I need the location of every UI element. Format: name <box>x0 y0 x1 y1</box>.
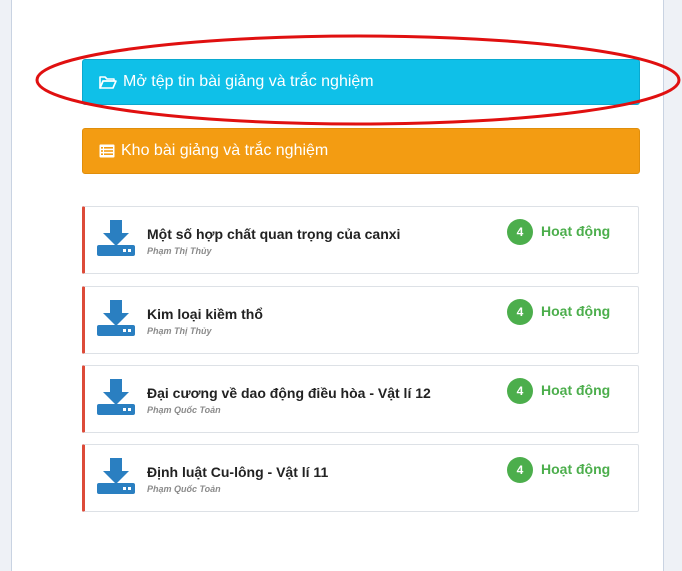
lesson-author: Phạm Thị Thủy <box>147 326 212 336</box>
lesson-status: Hoạt động <box>541 382 611 398</box>
open-lesson-file-button[interactable]: Mở tệp tin bài giảng và trắc nghiệm <box>82 59 640 105</box>
lesson-title: Một số hợp chất quan trọng của canxi <box>147 226 401 242</box>
folder-open-icon <box>99 75 117 90</box>
list-icon <box>99 144 115 158</box>
lesson-status: Hoạt động <box>541 303 611 319</box>
lesson-card[interactable]: Định luật Cu-lông - Vật lí 11 Phạm Quốc … <box>82 444 639 512</box>
page-left-edge <box>0 0 12 571</box>
lesson-status: Hoạt động <box>541 223 611 239</box>
lesson-count-badge: 4 <box>507 219 533 245</box>
lesson-store-label: Kho bài giảng và trắc nghiệm <box>121 142 329 159</box>
lesson-status: Hoạt động <box>541 461 611 477</box>
lesson-title: Đại cương về dao động điều hòa - Vật lí … <box>147 385 431 401</box>
lesson-card[interactable]: Một số hợp chất quan trọng của canxi Phạ… <box>82 206 639 274</box>
lesson-count-badge: 4 <box>507 378 533 404</box>
download-icon <box>97 300 135 336</box>
download-icon <box>97 458 135 494</box>
lesson-author: Phạm Quốc Toản <box>147 484 221 494</box>
download-icon <box>97 220 135 256</box>
download-icon <box>97 379 135 415</box>
lesson-store-button[interactable]: Kho bài giảng và trắc nghiệm <box>82 128 640 174</box>
lesson-count-badge: 4 <box>507 299 533 325</box>
lesson-title: Định luật Cu-lông - Vật lí 11 <box>147 464 329 480</box>
lesson-card[interactable]: Kim loại kiềm thổ Phạm Thị Thủy 4 Hoạt đ… <box>82 286 639 354</box>
lesson-author: Phạm Thị Thủy <box>147 246 212 256</box>
page-right-edge <box>663 0 682 571</box>
lesson-count-badge: 4 <box>507 457 533 483</box>
lesson-title: Kim loại kiềm thổ <box>147 306 263 322</box>
open-lesson-file-label: Mở tệp tin bài giảng và trắc nghiệm <box>123 73 374 90</box>
lesson-author: Phạm Quốc Toản <box>147 405 221 415</box>
lesson-card[interactable]: Đại cương về dao động điều hòa - Vật lí … <box>82 365 639 433</box>
